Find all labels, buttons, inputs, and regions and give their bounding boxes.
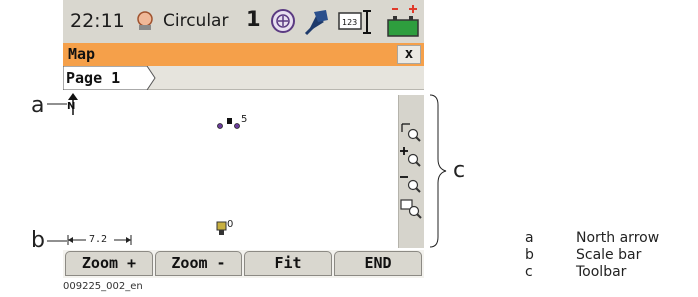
prism-icon (304, 10, 328, 36)
title-bar (63, 43, 424, 66)
legend-key-c: c (525, 264, 533, 280)
fit-softkey[interactable]: Fit (244, 251, 332, 276)
status-time: 22:11 (70, 10, 125, 32)
svg-text:123: 123 (342, 18, 357, 27)
tab-page-1-label: Page 1 (66, 69, 121, 87)
legend-key-a: a (525, 230, 534, 246)
close-button[interactable]: x (397, 45, 421, 64)
callout-a-leader (47, 103, 67, 105)
keypad-123-icon: 123 (338, 10, 371, 34)
zoom-in-softkey[interactable]: Zoom + (65, 251, 153, 276)
window-title: Map (68, 45, 96, 63)
north-label: N (67, 101, 76, 112)
map-point[interactable] (234, 123, 240, 129)
zoom-out-softkey[interactable]: Zoom - (155, 251, 242, 276)
image-caption: 009225_002_en (63, 281, 143, 292)
map-point[interactable] (217, 123, 223, 129)
target-icon (271, 9, 295, 33)
zoom-in-icon[interactable] (400, 146, 422, 168)
zoom-out-icon[interactable] (400, 172, 422, 194)
end-softkey[interactable]: END (334, 251, 422, 276)
legend-toolbar: Toolbar (576, 264, 627, 280)
zoom-window-icon[interactable] (400, 198, 422, 220)
status-indicator-number: 1 (246, 7, 261, 31)
battery-icon (387, 5, 419, 37)
legend-key-b: b (525, 247, 534, 263)
map-station[interactable] (227, 118, 232, 124)
callout-c: c (453, 158, 466, 183)
callout-c-brace (429, 94, 447, 248)
callout-b: b (31, 228, 45, 253)
map-point-label: 5 (241, 114, 248, 125)
map-point-label: 0 (227, 219, 234, 230)
callout-a: a (31, 93, 45, 118)
instrument-status-icon (137, 11, 153, 30)
status-mode: Circular (163, 11, 229, 31)
zoom-extent-icon[interactable] (400, 122, 422, 142)
callout-b-leader (47, 240, 67, 242)
legend-scale-bar: Scale bar (576, 247, 642, 263)
legend-north-arrow: North arrow (576, 230, 660, 246)
map-point-group (217, 118, 240, 129)
scale-bar-value: 7.2 (89, 234, 108, 245)
